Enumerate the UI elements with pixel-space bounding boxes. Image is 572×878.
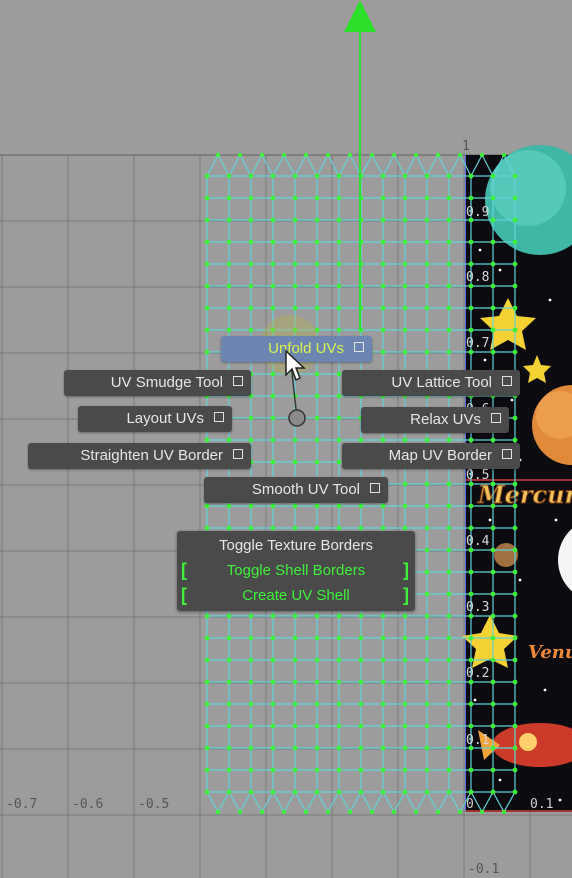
relax-uvs-menu-item[interactable]: Relax UVs [361,407,509,433]
axis-label-side-7: 0.4 [466,534,490,549]
axis-label-side-11: -0.1 [468,862,500,877]
uv-smudge-tool-menu-item[interactable]: UV Smudge Tool [64,370,251,396]
manipulator-v-arrow[interactable] [344,0,376,32]
uv-context-menu: Toggle Texture Borders [ Toggle Shell Bo… [177,531,415,611]
uv-lattice-tool-menu-item[interactable]: UV Lattice Tool [342,370,520,396]
axis-label-side-2: 0.9 [466,205,490,220]
mouse-cursor-icon [285,349,306,382]
relax-uvs-label: Relax UVs [410,411,481,428]
marking-menu-center-dot [288,409,306,427]
toggle-shell-borders-label: Toggle Shell Borders [226,562,366,579]
axis-label-side-9: 0.2 [466,666,490,681]
smooth-uv-tool-label: Smooth UV Tool [251,481,360,498]
straighten-uv-border-menu-item[interactable]: Straighten UV Border [28,443,251,469]
uv-smudge-tool-option-box[interactable] [233,376,243,386]
axis-label-bottom-3: -0.5 [138,797,170,812]
move-manipulator[interactable] [344,0,376,330]
relax-uvs-option-box[interactable] [491,413,501,423]
straighten-uv-border-label: Straighten UV Border [80,447,223,464]
check-bracket-left: [ [181,560,187,580]
layout-uvs-option-box[interactable] [214,412,224,422]
uv-lattice-tool-label: UV Lattice Tool [391,374,492,391]
layout-uvs-menu-item[interactable]: Layout UVs [78,406,232,432]
toggle-texture-borders-label: Toggle Texture Borders [219,537,373,554]
create-uv-shell-item[interactable]: [ Create UV Shell ] [177,584,415,608]
smooth-uv-tool-menu-item[interactable]: Smooth UV Tool [204,477,388,503]
axis-label-bottom-1: -0.7 [6,797,38,812]
straighten-uv-border-option-box[interactable] [233,449,243,459]
axis-label-side-4: 0.7 [466,336,490,351]
uv-lattice-tool-option-box[interactable] [502,376,512,386]
check-bracket-right: ] [403,585,409,605]
layout-uvs-label: Layout UVs [126,410,204,427]
uv-smudge-tool-label: UV Smudge Tool [110,374,223,391]
map-uv-border-label: Map UV Border [388,447,492,464]
axis-label-side-6: 0.5 [466,468,490,483]
axis-label-side-3: 0.8 [466,270,490,285]
check-bracket-right: ] [403,560,409,580]
map-uv-border-option-box[interactable] [502,449,512,459]
axis-label-bottom-4: 0 [466,797,474,812]
toggle-texture-borders-item[interactable]: Toggle Texture Borders [177,534,415,558]
axis-label-side-8: 0.3 [466,600,490,615]
planet-label-venus: Venu [528,642,572,663]
map-uv-border-menu-item[interactable]: Map UV Border [342,443,520,469]
axis-label-side-10: 0.1 [466,733,490,748]
axis-label-bottom-2: -0.6 [72,797,104,812]
axis-label-bottom-5: 0.1 [530,797,554,812]
smooth-uv-tool-option-box[interactable] [370,483,380,493]
create-uv-shell-label: Create UV Shell [242,587,350,604]
check-bracket-left: [ [181,585,187,605]
toggle-shell-borders-item[interactable]: [ Toggle Shell Borders ] [177,559,415,583]
axis-label-side-1: 1 [462,139,470,154]
unfold-uvs-option-box[interactable] [354,342,364,352]
unfold-uvs-label: Unfold UVs [268,340,344,357]
uv-editor-viewport[interactable]: Mercur Venu -0.7 -0.6 -0.5 0 0.1 1 0.9 0… [0,0,572,878]
